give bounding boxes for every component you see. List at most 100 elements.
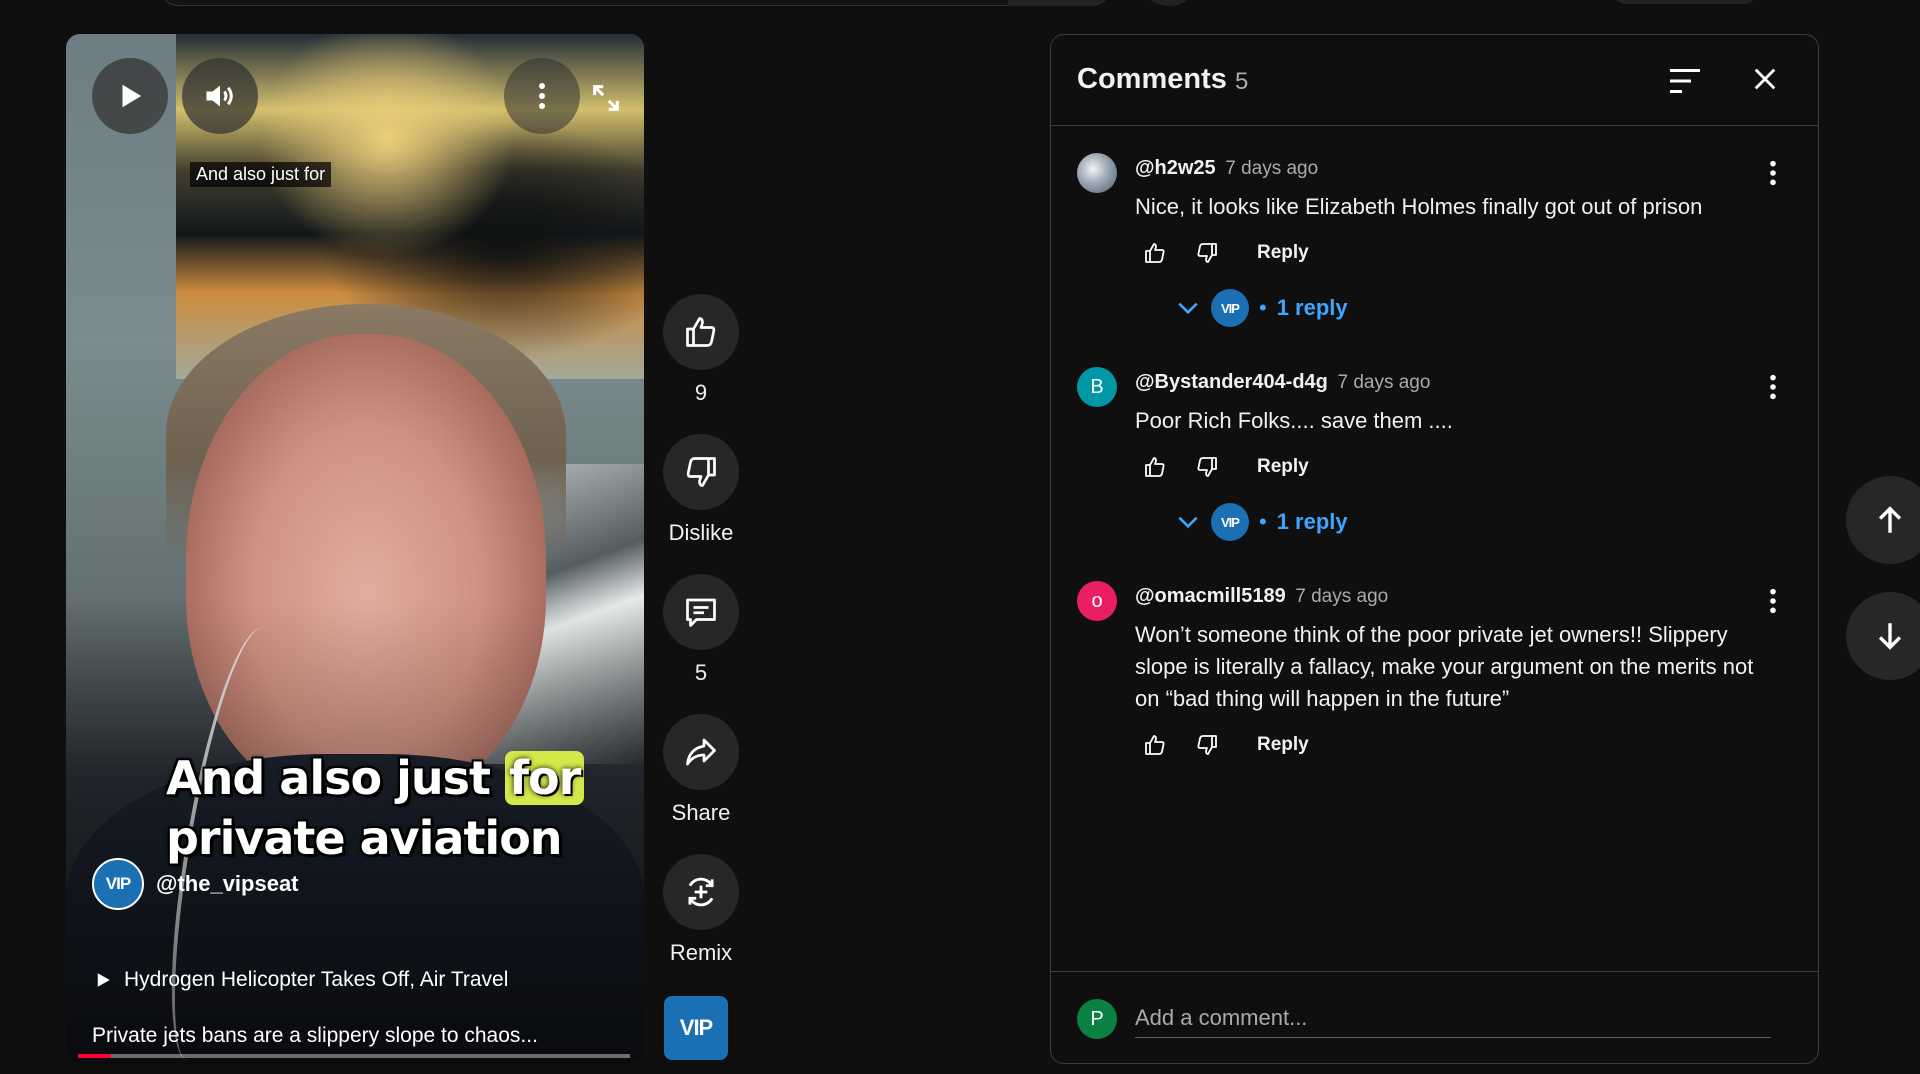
comment-menu-button[interactable] (1755, 367, 1791, 407)
thumbs-up-icon (1145, 735, 1165, 755)
comment-header: @h2w25 7 days ago (1135, 157, 1318, 180)
reply-avatar: VIP (1211, 503, 1249, 541)
channel-avatar[interactable]: VIP (92, 858, 144, 910)
comment-author[interactable]: @h2w25 (1135, 157, 1216, 179)
remix-icon (688, 877, 714, 907)
thumbs-up-icon (686, 317, 716, 347)
comment-reply-button[interactable]: Reply (1257, 242, 1309, 264)
comments-action: 5 (662, 574, 740, 686)
comment-reply-button[interactable]: Reply (1257, 456, 1309, 478)
more-vertical-icon (1770, 588, 1776, 614)
voice-search-button[interactable] (1144, 0, 1194, 6)
more-vertical-icon (1770, 374, 1776, 400)
comment-text: Poor Rich Folks.... save them .... (1135, 408, 1453, 433)
arrow-up-icon (1878, 506, 1902, 533)
comment-menu-button[interactable] (1755, 581, 1791, 621)
comment-author[interactable]: @Bystander404-d4g (1135, 371, 1328, 393)
like-button[interactable] (663, 294, 739, 370)
more-vertical-icon (539, 83, 545, 109)
thumbs-down-icon (1197, 243, 1217, 263)
comment-icon (686, 598, 716, 627)
more-vertical-icon (1770, 160, 1776, 186)
view-replies-button[interactable]: VIP • 1 reply (1175, 289, 1348, 327)
thumbs-up-icon (1145, 457, 1165, 477)
fullscreen-button[interactable] (586, 78, 626, 118)
caption-line2: private aviation (166, 811, 563, 865)
close-comments-button[interactable] (1743, 57, 1787, 101)
like-count: 9 (694, 380, 708, 405)
play-button[interactable] (92, 58, 168, 134)
subtitle-caption: And also just for (190, 162, 332, 187)
share-label: Share (671, 800, 731, 825)
comment-like-button[interactable] (1135, 725, 1175, 765)
comment-dislike-button[interactable] (1187, 233, 1227, 273)
video-more-button[interactable] (504, 58, 580, 134)
vip-logo-icon: VIP (1221, 300, 1240, 316)
comment-header: @omacmill5189 7 days ago (1135, 585, 1388, 608)
remix-label: Remix (669, 940, 733, 965)
rail-channel-button[interactable]: VIP (664, 996, 728, 1060)
suggested-video-link[interactable]: Hydrogen Helicopter Takes Off, Air Trave… (94, 968, 508, 992)
avatar-initial: o (1091, 589, 1103, 612)
play-icon (122, 84, 142, 108)
vip-logo-icon: VIP (1221, 514, 1240, 530)
reply-separator: • (1259, 295, 1267, 320)
next-short-button[interactable] (1846, 592, 1920, 680)
comment-avatar[interactable] (1077, 153, 1117, 193)
close-icon (1754, 68, 1776, 90)
comment-text: Nice, it looks like Elizabeth Holmes fin… (1135, 194, 1703, 219)
volume-button[interactable] (182, 58, 258, 134)
comment-menu-button[interactable] (1755, 153, 1791, 193)
create-button[interactable] (1610, 0, 1760, 4)
comments-title: Comments (1077, 63, 1227, 95)
avatar-initial: B (1090, 375, 1104, 398)
comment-avatar[interactable]: B (1077, 367, 1117, 407)
share-button[interactable] (663, 714, 739, 790)
thumbs-down-icon (1197, 735, 1217, 755)
chevron-down-icon (1178, 516, 1198, 529)
caption-line1: And also just (166, 751, 505, 805)
comment-time[interactable]: 7 days ago (1337, 372, 1430, 393)
search-button[interactable] (1008, 0, 1108, 6)
comment-reply-button[interactable]: Reply (1257, 734, 1309, 756)
comment-time[interactable]: 7 days ago (1295, 586, 1388, 607)
comment-dislike-button[interactable] (1187, 725, 1227, 765)
previous-short-button[interactable] (1846, 476, 1920, 564)
comment-like-button[interactable] (1135, 233, 1175, 273)
caption-highlight-word: for (505, 751, 585, 805)
channel-handle[interactable]: @the_vipseat (156, 871, 299, 897)
channel-row[interactable]: VIP @the_vipseat (92, 858, 299, 910)
remix-button[interactable] (663, 854, 739, 930)
thumbs-down-icon (686, 457, 716, 487)
comment-author[interactable]: @omacmill5189 (1135, 585, 1286, 607)
comment-time[interactable]: 7 days ago (1225, 158, 1318, 179)
comment-dislike-button[interactable] (1187, 447, 1227, 487)
shorts-video-player[interactable]: And also just for And also just for priv… (66, 34, 644, 1064)
comments-button[interactable] (663, 574, 739, 650)
comments-count-label: 5 (1235, 68, 1249, 95)
search-bar[interactable] (160, 0, 1110, 6)
comment-avatar[interactable]: o (1077, 581, 1117, 621)
add-comment-input[interactable] (1135, 998, 1771, 1038)
play-small-icon (97, 973, 110, 987)
reply-count: 1 reply (1276, 509, 1348, 534)
add-comment-bar: P (1051, 971, 1818, 1063)
dislike-button[interactable] (663, 434, 739, 510)
reply-separator: • (1259, 509, 1267, 534)
view-replies-button[interactable]: VIP • 1 reply (1175, 503, 1348, 541)
comments-panel: Comments 5 @h2w25 7 days ago Nice, it lo… (1050, 34, 1819, 1064)
suggested-video-title: Hydrogen Helicopter Takes Off, Air Trave… (124, 968, 509, 991)
comment-like-button[interactable] (1135, 447, 1175, 487)
video-description[interactable]: Private jets bans are a slippery slope t… (92, 1024, 538, 1048)
like-action: 9 (662, 294, 740, 406)
dislike-label: Dislike (668, 520, 734, 545)
current-user-avatar: P (1077, 999, 1117, 1039)
dislike-action: Dislike (662, 434, 740, 546)
expand-icon (593, 85, 619, 111)
burned-in-caption: And also just for private aviation (166, 748, 626, 868)
reply-count: 1 reply (1276, 295, 1348, 320)
sort-comments-button[interactable] (1663, 59, 1707, 103)
thumbs-down-icon (1197, 457, 1217, 477)
thumbs-up-icon (1145, 243, 1165, 263)
video-progress-bar[interactable] (78, 1054, 630, 1058)
